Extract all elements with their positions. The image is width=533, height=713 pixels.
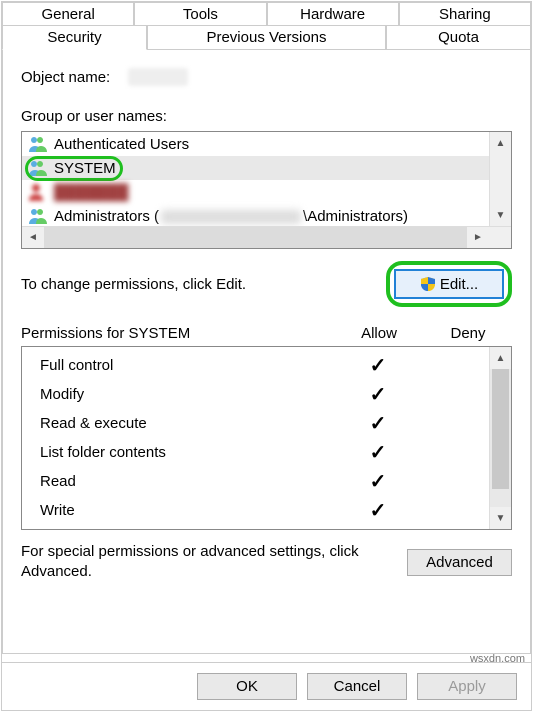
tab-sharing[interactable]: Sharing xyxy=(399,2,531,26)
tab-label: Tools xyxy=(183,6,218,23)
vertical-scrollbar[interactable]: ▲ ▼ xyxy=(489,132,511,226)
edit-button[interactable]: Edit... xyxy=(394,269,504,299)
permissions-viewport[interactable]: Full control ✓ Modify ✓ Read & execute ✓… xyxy=(22,347,489,529)
scroll-down-arrow[interactable]: ▼ xyxy=(490,204,511,226)
list-item-system[interactable]: SYSTEM xyxy=(22,156,489,180)
list-item-administrators[interactable]: Administrators (\Administrators) xyxy=(22,204,489,226)
list-item-redacted[interactable]: ███████ xyxy=(22,180,489,204)
object-name-row: Object name: xyxy=(21,68,512,86)
users-icon xyxy=(28,207,48,225)
group-list-viewport[interactable]: Authenticated Users SYSTEM ███████ xyxy=(22,132,489,226)
permission-row: Modify ✓ xyxy=(22,380,489,409)
scroll-corner xyxy=(489,227,511,248)
check-icon: ✓ xyxy=(333,382,423,407)
list-item-label: Authenticated Users xyxy=(54,136,189,153)
tab-label: General xyxy=(41,6,94,23)
permission-row: Read & execute ✓ xyxy=(22,409,489,438)
tab-tools[interactable]: Tools xyxy=(134,2,266,26)
tab-label: Quota xyxy=(438,29,479,46)
users-icon xyxy=(28,135,48,153)
permissions-header-allow: Allow xyxy=(334,325,424,342)
edit-hint-text: To change permissions, click Edit. xyxy=(21,276,246,293)
tabs-row-bottom: Security Previous Versions Quota xyxy=(2,25,531,50)
cancel-button[interactable]: Cancel xyxy=(307,673,407,700)
tab-security[interactable]: Security xyxy=(2,25,147,50)
ok-button-label: OK xyxy=(236,678,258,695)
group-user-names-list[interactable]: Authenticated Users SYSTEM ███████ xyxy=(21,131,512,249)
scroll-up-arrow[interactable]: ▲ xyxy=(490,132,511,154)
permissions-header-deny: Deny xyxy=(424,325,512,342)
tab-hardware[interactable]: Hardware xyxy=(267,2,399,26)
ok-button[interactable]: OK xyxy=(197,673,297,700)
special-permissions-row: For special permissions or advanced sett… xyxy=(21,542,512,583)
permissions-list: Full control ✓ Modify ✓ Read & execute ✓… xyxy=(21,346,512,530)
user-icon xyxy=(28,183,48,201)
list-item-label: SYSTEM xyxy=(54,160,116,177)
tab-general[interactable]: General xyxy=(2,2,134,26)
scroll-left-arrow[interactable]: ◄ xyxy=(22,227,44,248)
scroll-down-arrow[interactable]: ▼ xyxy=(490,507,511,529)
tab-label: Security xyxy=(47,29,101,46)
permissions-header-name: Permissions for SYSTEM xyxy=(21,325,334,342)
permission-row: Full control ✓ xyxy=(22,351,489,380)
tabs-row-top: General Tools Hardware Sharing xyxy=(2,2,531,26)
advanced-button-label: Advanced xyxy=(426,554,493,571)
permission-name: List folder contents xyxy=(40,444,333,461)
shield-icon xyxy=(420,276,436,292)
permission-name: Full control xyxy=(40,357,333,374)
edit-permissions-row: To change permissions, click Edit. Edit.… xyxy=(21,261,512,307)
highlight-annotation: Edit... xyxy=(386,261,512,307)
list-item-label: Administrators (\Administrators) xyxy=(54,208,408,225)
tab-quota[interactable]: Quota xyxy=(386,25,531,50)
permission-name: Modify xyxy=(40,386,333,403)
scroll-track[interactable] xyxy=(44,227,467,248)
users-icon xyxy=(28,159,48,177)
cancel-button-label: Cancel xyxy=(334,678,381,695)
tab-label: Hardware xyxy=(300,6,365,23)
scroll-track[interactable] xyxy=(490,369,511,507)
check-icon: ✓ xyxy=(333,411,423,436)
check-icon: ✓ xyxy=(333,440,423,465)
object-name-label: Object name: xyxy=(21,69,110,86)
permissions-header: Permissions for SYSTEM Allow Deny xyxy=(21,325,512,342)
advanced-button[interactable]: Advanced xyxy=(407,549,512,576)
apply-button-label: Apply xyxy=(448,678,486,695)
group-user-names-label: Group or user names: xyxy=(21,108,512,125)
horizontal-scrollbar[interactable]: ◄ ► xyxy=(22,226,511,248)
dialog-button-bar: OK Cancel Apply xyxy=(2,662,531,710)
scroll-thumb[interactable] xyxy=(492,369,509,489)
check-icon: ✓ xyxy=(333,498,423,523)
security-tab-panel: Object name: Group or user names: Authen… xyxy=(2,49,531,654)
properties-dialog: APUALS General Tools Hardware Sharing Se… xyxy=(1,1,532,711)
permission-row: Write ✓ xyxy=(22,496,489,525)
edit-button-label: Edit... xyxy=(440,276,478,293)
special-permissions-text: For special permissions or advanced sett… xyxy=(21,542,397,583)
permission-name: Read xyxy=(40,473,333,490)
permission-name: Read & execute xyxy=(40,415,333,432)
scroll-up-arrow[interactable]: ▲ xyxy=(490,347,511,369)
tab-label: Previous Versions xyxy=(206,29,326,46)
permission-name: Write xyxy=(40,502,333,519)
apply-button[interactable]: Apply xyxy=(417,673,517,700)
permission-row: List folder contents ✓ xyxy=(22,438,489,467)
list-item-label: ███████ xyxy=(54,184,128,201)
scroll-right-arrow[interactable]: ► xyxy=(467,227,489,248)
list-item-authenticated-users[interactable]: Authenticated Users xyxy=(22,132,489,156)
tab-previous-versions[interactable]: Previous Versions xyxy=(147,25,386,50)
vertical-scrollbar[interactable]: ▲ ▼ xyxy=(489,347,511,529)
tab-label: Sharing xyxy=(439,6,491,23)
permission-row: Read ✓ xyxy=(22,467,489,496)
check-icon: ✓ xyxy=(333,353,423,378)
object-name-value xyxy=(128,68,188,86)
check-icon: ✓ xyxy=(333,469,423,494)
